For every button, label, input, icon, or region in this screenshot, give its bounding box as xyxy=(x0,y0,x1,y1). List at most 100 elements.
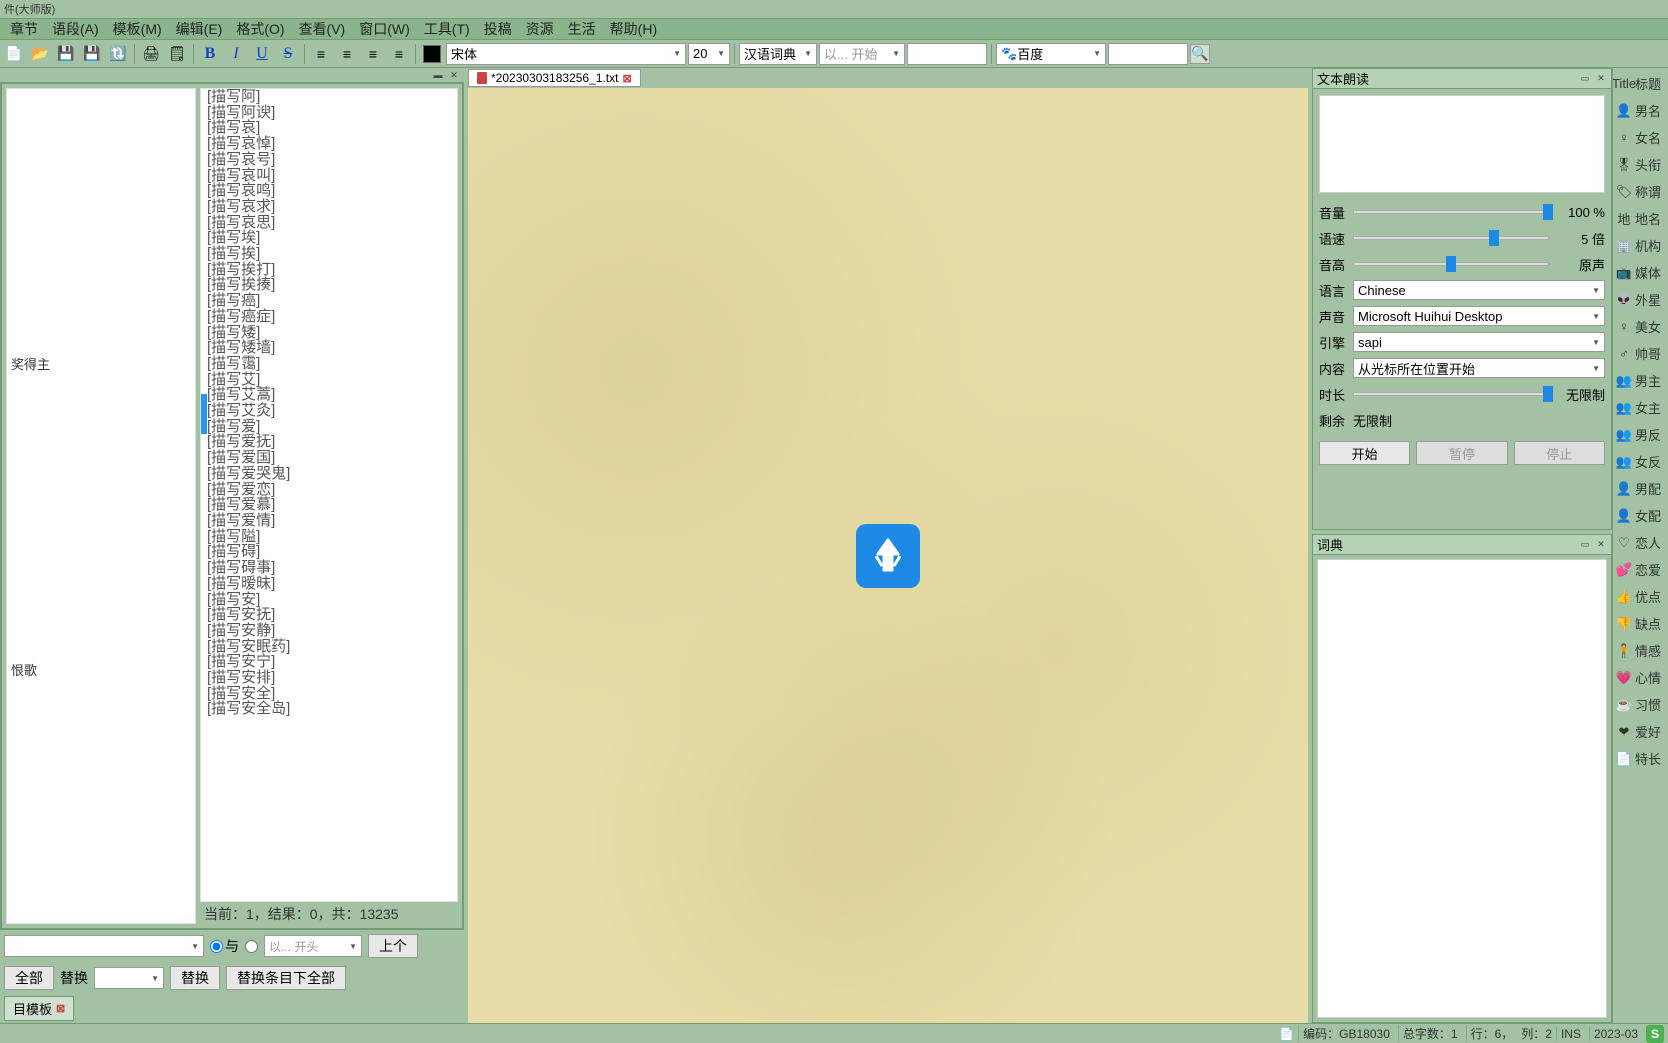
tts-start-button[interactable]: 开始 xyxy=(1319,441,1410,465)
open-icon[interactable]: 📂 xyxy=(28,42,52,66)
document-canvas[interactable] xyxy=(468,88,1308,1023)
menu-submit[interactable]: 投稿 xyxy=(478,17,518,41)
list-item[interactable]: [描写矮墙] xyxy=(201,340,457,356)
list-item[interactable]: [描写安静] xyxy=(201,623,457,639)
and-radio[interactable]: 与 xyxy=(210,936,239,956)
replace-button[interactable]: 替换 xyxy=(170,966,220,990)
list-item[interactable]: [描写暧昧] xyxy=(201,576,457,592)
list-item[interactable]: [描写安抚] xyxy=(201,607,457,623)
list-item[interactable]: [描写安宁] xyxy=(201,654,457,670)
start-combo[interactable]: 以... 开头▼ xyxy=(264,935,362,957)
list-item[interactable]: [描写碍] xyxy=(201,544,457,560)
underline-icon[interactable]: U xyxy=(250,42,274,66)
side-tool-8[interactable]: 👽外星 xyxy=(1613,286,1668,313)
menu-life[interactable]: 生活 xyxy=(562,17,602,41)
panel-restore-icon[interactable]: ▭ xyxy=(1579,539,1591,551)
menu-resource[interactable]: 资源 xyxy=(520,17,560,41)
color-picker[interactable] xyxy=(420,42,444,66)
side-tool-12[interactable]: 👥女主 xyxy=(1613,394,1668,421)
side-tool-21[interactable]: 🧍情感 xyxy=(1613,637,1668,664)
list-item[interactable]: [描写哀鸣] xyxy=(201,183,457,199)
side-tool-15[interactable]: 👤男配 xyxy=(1613,475,1668,502)
list-item[interactable]: [描写阿谀] xyxy=(201,105,457,121)
search-combo[interactable]: ▼ xyxy=(4,935,204,957)
preview-icon[interactable]: 🗒 xyxy=(165,42,189,66)
side-tool-22[interactable]: 💗心情 xyxy=(1613,664,1668,691)
tree-panel[interactable]: 奖得主 恨歌 xyxy=(6,88,196,924)
menu-help[interactable]: 帮助(H) xyxy=(604,17,663,41)
side-tool-3[interactable]: 🎖头衔 xyxy=(1613,151,1668,178)
side-tool-14[interactable]: 👥女反 xyxy=(1613,448,1668,475)
list-item[interactable]: [描写哀] xyxy=(201,120,457,136)
list-item[interactable]: [描写霭] xyxy=(201,356,457,372)
list-item[interactable]: [描写哀悼] xyxy=(201,136,457,152)
side-tool-20[interactable]: 👎缺点 xyxy=(1613,610,1668,637)
list-item[interactable]: [描写哀号] xyxy=(201,152,457,168)
document-tab[interactable]: *20230303183256_1.txt ⊠ xyxy=(468,69,641,87)
list-item[interactable]: [描写爱慕] xyxy=(201,497,457,513)
panel-minimize-icon[interactable]: ▬ xyxy=(432,69,444,81)
menu-view[interactable]: 查看(V) xyxy=(293,17,352,41)
replace-combo[interactable]: ▼ xyxy=(94,967,164,989)
search-go-icon[interactable]: 🔍 xyxy=(1190,44,1210,64)
dict-search-input[interactable] xyxy=(907,43,987,65)
replace-all-button[interactable]: 替换条目下全部 xyxy=(226,966,346,990)
content-select[interactable]: 从光标所在位置开始▼ xyxy=(1353,358,1605,378)
prev-button[interactable]: 上个 xyxy=(368,934,418,958)
list-item[interactable]: [描写挨] xyxy=(201,246,457,262)
menu-chapter[interactable]: 章节 xyxy=(4,17,44,41)
new-icon[interactable]: 📄 xyxy=(2,42,26,66)
side-tool-4[interactable]: 🏷称谓 xyxy=(1613,178,1668,205)
menu-template[interactable]: 模板(M) xyxy=(107,17,168,41)
or-radio[interactable] xyxy=(245,940,258,953)
list-item[interactable]: [描写挨揍] xyxy=(201,277,457,293)
list-item[interactable]: [描写埃] xyxy=(201,230,457,246)
pitch-slider[interactable] xyxy=(1353,262,1549,266)
list-item[interactable]: [描写癌] xyxy=(201,293,457,309)
side-tool-24[interactable]: ❤爱好 xyxy=(1613,718,1668,745)
list-item[interactable]: [描写爱] xyxy=(201,419,457,435)
side-tool-2[interactable]: ♀女名 xyxy=(1613,124,1668,151)
list-item[interactable]: [描写艾灸] xyxy=(201,403,457,419)
close-icon[interactable]: ⊠ xyxy=(56,1002,65,1015)
duration-slider[interactable] xyxy=(1353,392,1549,396)
list-item[interactable]: [描写艾] xyxy=(201,372,457,388)
web-search-input[interactable] xyxy=(1108,43,1188,65)
tts-pause-button[interactable]: 暂停 xyxy=(1416,441,1507,465)
side-tool-6[interactable]: 🏢机构 xyxy=(1613,232,1668,259)
list-item[interactable]: [描写哀求] xyxy=(201,199,457,215)
description-list[interactable]: [描写阿][描写阿谀][描写哀][描写哀悼][描写哀号][描写哀叫][描写哀鸣]… xyxy=(200,88,458,902)
panel-close-icon[interactable]: ✕ xyxy=(1595,73,1607,85)
refresh-icon[interactable]: 🔃 xyxy=(106,42,130,66)
tts-stop-button[interactable]: 停止 xyxy=(1514,441,1605,465)
list-item[interactable]: [描写阿] xyxy=(201,89,457,105)
bold-icon[interactable]: B xyxy=(198,42,222,66)
list-item[interactable]: [描写爱抚] xyxy=(201,434,457,450)
ime-badge[interactable]: S xyxy=(1646,1025,1664,1043)
list-item[interactable]: [描写爱哭鬼] xyxy=(201,466,457,482)
language-select[interactable]: Chinese▼ xyxy=(1353,280,1605,300)
speed-slider[interactable] xyxy=(1353,236,1549,240)
side-tool-11[interactable]: 👥男主 xyxy=(1613,367,1668,394)
list-item[interactable]: [描写癌症] xyxy=(201,309,457,325)
align-right-icon[interactable]: ≡ xyxy=(361,42,385,66)
close-icon[interactable]: ⊠ xyxy=(622,72,631,85)
dict-select[interactable]: 汉语词典▼ xyxy=(739,43,817,65)
list-item[interactable]: [描写爱恋] xyxy=(201,482,457,498)
list-item[interactable]: [描写安眠药] xyxy=(201,639,457,655)
align-center-icon[interactable]: ≡ xyxy=(335,42,359,66)
list-item[interactable]: [描写安全岛] xyxy=(201,701,457,717)
side-tool-18[interactable]: 💕恋爱 xyxy=(1613,556,1668,583)
italic-icon[interactable]: I xyxy=(224,42,248,66)
engine-select[interactable]: sapi▼ xyxy=(1353,332,1605,352)
side-tool-17[interactable]: ♡恋人 xyxy=(1613,529,1668,556)
list-item[interactable]: [描写哀叫] xyxy=(201,168,457,184)
align-justify-icon[interactable]: ≡ xyxy=(387,42,411,66)
menu-format[interactable]: 格式(O) xyxy=(230,17,290,41)
menu-window[interactable]: 窗口(W) xyxy=(353,17,416,41)
list-item[interactable]: [描写艾蒿] xyxy=(201,387,457,403)
panel-restore-icon[interactable]: ▭ xyxy=(1579,73,1591,85)
list-item[interactable]: [描写安] xyxy=(201,592,457,608)
menu-edit[interactable]: 编辑(E) xyxy=(170,17,229,41)
template-tab[interactable]: 目模板⊠ xyxy=(4,996,74,1021)
